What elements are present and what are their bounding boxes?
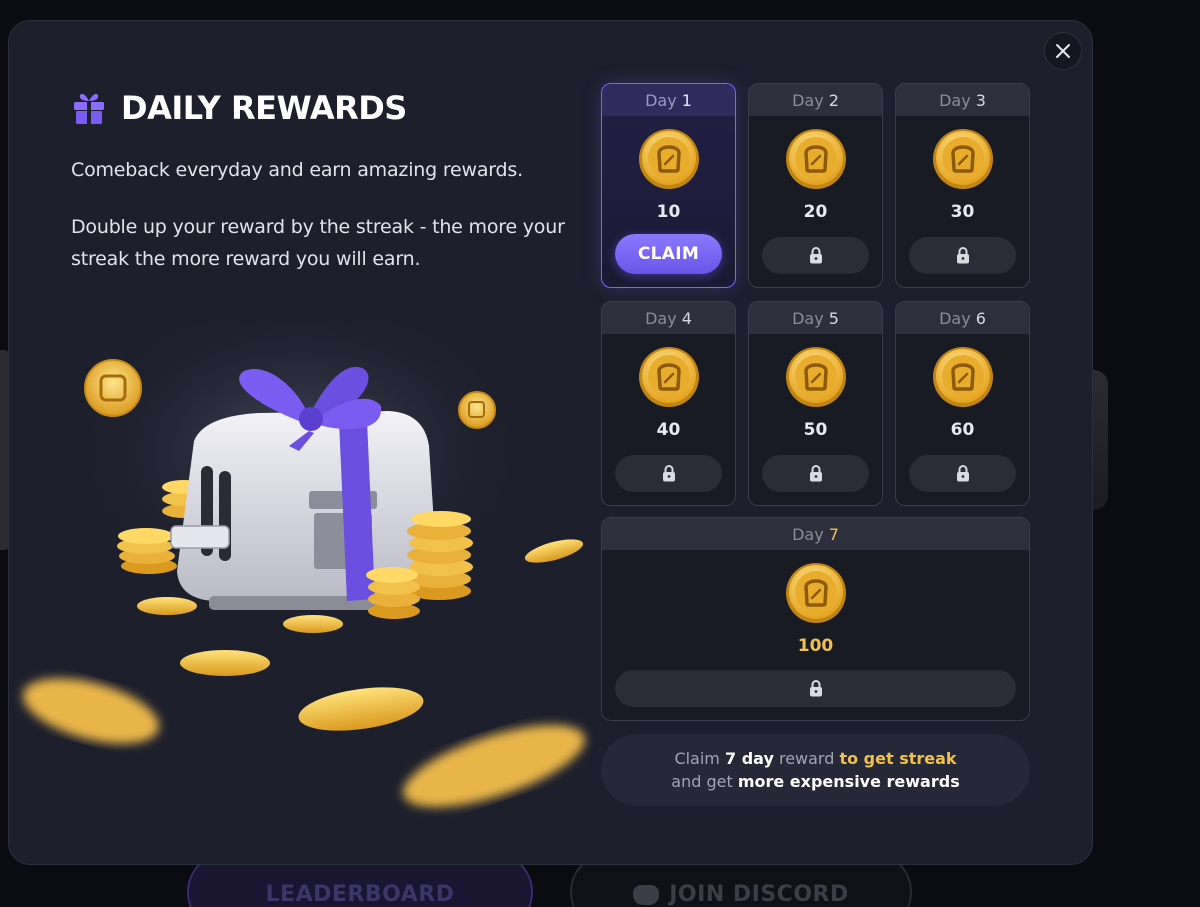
discord-icon [633, 885, 660, 905]
streak-text-reward: reward [773, 749, 840, 768]
day-header: Day 5 [749, 302, 882, 334]
day-card-5: Day 5 50 [748, 301, 883, 506]
day-header: Day 1 [602, 84, 735, 116]
day-header: Day 4 [602, 302, 735, 334]
locked-button [615, 455, 722, 492]
lock-icon [809, 465, 822, 482]
day-number: 3 [975, 90, 986, 110]
streak-text-more-rewards: more expensive rewards [737, 772, 960, 791]
day-header: Day 3 [896, 84, 1029, 116]
close-icon [1056, 44, 1070, 58]
toast-coin-icon [785, 129, 846, 189]
reward-amount: 20 [803, 202, 828, 222]
title-row: DAILY REWARDS [71, 89, 407, 127]
day-label: Day [939, 308, 971, 328]
toast-coin-icon [932, 347, 993, 407]
day-label: Day [792, 308, 824, 328]
toast-coin-icon [638, 129, 699, 189]
day-number: 1 [681, 90, 692, 110]
join-discord-label: JOIN DISCORD [669, 882, 849, 907]
lock-icon [809, 247, 822, 264]
toast-coin-icon [932, 129, 993, 189]
toast-coin-icon [638, 347, 699, 407]
day-label: Day [645, 308, 677, 328]
day-header: Day 2 [749, 84, 882, 116]
day-number: 7 [828, 524, 839, 544]
lock-icon [956, 465, 969, 482]
page-title: DAILY REWARDS [121, 89, 407, 127]
day-card-3: Day 3 30 [895, 83, 1030, 288]
streak-text-and-get: and get [671, 772, 738, 791]
streak-text-get-streak: to get streak [839, 749, 957, 768]
day-card-4: Day 4 40 [601, 301, 736, 506]
daily-rewards-modal: DAILY REWARDS Comeback everyday and earn… [8, 20, 1093, 865]
streak-text-7day: 7 day [724, 749, 774, 768]
day-label: Day [792, 524, 824, 544]
day-label: Day [939, 90, 971, 110]
lock-icon [809, 680, 822, 697]
day-label: Day [645, 90, 677, 110]
streak-text-claim: Claim [674, 749, 725, 768]
gift-icon [74, 93, 104, 124]
lock-icon [956, 247, 969, 264]
reward-amount: 100 [797, 636, 834, 656]
locked-button [909, 455, 1016, 492]
toaster-gift-illustration [22, 321, 585, 807]
day-header: Day 6 [896, 302, 1029, 334]
reward-amount: 30 [950, 202, 975, 222]
description-secondary: Double up your reward by the streak - th… [71, 216, 565, 270]
day-card-2: Day 2 20 [748, 83, 883, 288]
leaderboard-label: LEADERBOARD [265, 882, 455, 907]
locked-button [762, 455, 869, 492]
day-number: 2 [828, 90, 839, 110]
description-primary: Comeback everyday and earn amazing rewar… [71, 159, 523, 181]
day-card-6: Day 6 60 [895, 301, 1030, 506]
reward-amount: 10 [656, 202, 681, 222]
toast-coin-icon [785, 347, 846, 407]
toast-coin-icon [785, 563, 846, 623]
locked-button [909, 237, 1016, 274]
claim-button[interactable]: CLAIM [615, 234, 722, 274]
streak-info-banner: Claim 7 day reward to get streak and get… [601, 734, 1030, 806]
reward-amount: 60 [950, 420, 975, 440]
day-number: 6 [975, 308, 986, 328]
reward-amount: 40 [656, 420, 681, 440]
close-button[interactable] [1044, 32, 1082, 70]
day-card-7: Day 7 100 [601, 517, 1030, 721]
locked-button [762, 237, 869, 274]
day-card-1: Day 1 10 CLAIM [601, 83, 736, 288]
day-number: 4 [681, 308, 692, 328]
day-label: Day [792, 90, 824, 110]
day-number: 5 [828, 308, 839, 328]
reward-amount: 50 [803, 420, 828, 440]
lock-icon [662, 465, 675, 482]
locked-button [615, 670, 1016, 707]
day-header: Day 7 [602, 518, 1029, 550]
